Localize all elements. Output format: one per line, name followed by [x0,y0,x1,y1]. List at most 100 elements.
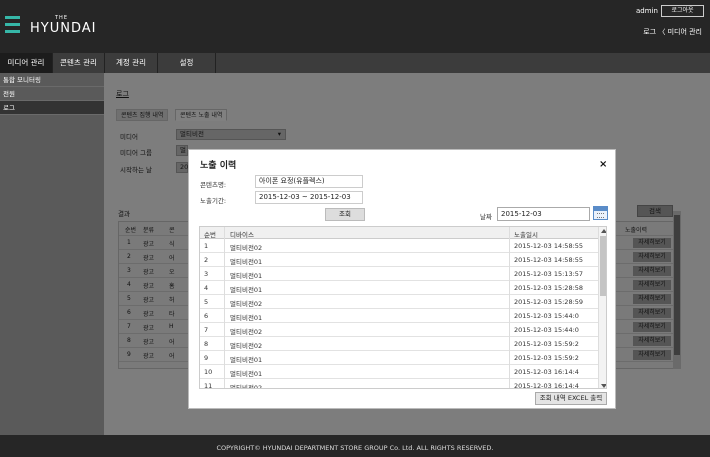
row-device: 멀티비전01 [230,272,263,280]
modal-title: 노출 이력 [200,161,237,171]
table-row: 3 멀티비전01 2015-12-03 15:13:57 [200,267,598,281]
date-input[interactable]: 2015-12-03 [497,207,590,221]
row-device: 멀티비전01 [230,314,263,322]
media-select-value: 멀티비전 [180,130,204,138]
table-row: 4 멀티비전01 2015-12-03 15:28:58 [200,281,598,295]
table-row: 2 멀티비전01 2015-12-03 14:58:55 [200,253,598,267]
detail-button[interactable]: 자세히보기 [633,308,671,318]
row-no: 6 [127,309,131,316]
exposure-history-modal: 노출 이력 × 콘텐츠명: 아이폰 요정(유플렉스) 노출기간: 2015-12… [188,149,616,409]
sidebar-item-power[interactable]: 전원 [0,87,104,101]
row-type: 광고 [143,339,155,346]
row-type: 광고 [143,297,155,304]
detail-button[interactable]: 자세히보기 [633,322,671,332]
row-no: 8 [127,337,131,344]
tab-account[interactable]: 계정 관리 [105,53,158,73]
table-row: 6 멀티비전01 2015-12-03 15:44:0 [200,309,598,323]
close-icon[interactable]: × [599,159,607,170]
media-select[interactable]: 멀티비전 ▾ [176,129,286,140]
row-no: 3 [204,270,209,278]
menu-icon[interactable] [5,16,20,33]
row-no: 2 [204,256,209,264]
sidebar-item-monitoring[interactable]: 통합 모니터링 [0,73,104,87]
row-time: 2015-12-03 16:14:4 [514,368,579,376]
result-scrollbar[interactable] [673,211,681,369]
row-type: 광고 [143,255,155,262]
logo: HYUNDAI [30,21,97,36]
row-device: 멀티비전01 [230,258,263,266]
footer: COPYRIGHT© HYUNDAI DEPARTMENT STORE GROU… [0,435,710,457]
period-field: 2015-12-03 ~ 2015-12-03 [255,191,363,204]
row-no: 1 [204,242,209,250]
row-device: 멀티비전01 [230,286,263,294]
detail-button[interactable]: 자세히보기 [633,238,671,248]
excel-export-button[interactable]: 조회 내역 EXCEL 출력 [535,392,607,405]
row-time: 2015-12-03 15:13:57 [514,270,584,278]
table-row: 8 멀티비전02 2015-12-03 15:59:2 [200,337,598,351]
header-no: 순번 [204,231,216,239]
sidebar-item-log[interactable]: 로그 [0,101,104,115]
table-row: 11 멀티비전02 2015-12-03 16:14:4 [200,379,598,389]
detail-button[interactable]: 자세히보기 [633,350,671,360]
row-no: 7 [204,326,209,334]
row-time: 2015-12-03 15:59:2 [514,354,579,362]
top-nav: 미디어 관리 콘텐츠 관리 계정 관리 설정 [0,53,710,73]
row-type: 광고 [143,325,155,332]
header-time: 노출일시 [514,231,538,239]
row-no: 8 [204,340,209,348]
modal-search-button[interactable]: 조회 [325,208,365,221]
detail-button[interactable]: 자세히보기 [633,266,671,276]
row-time: 2015-12-03 16:14:4 [514,382,579,389]
row-device: 멀티비전01 [230,356,263,364]
detail-button[interactable]: 자세히보기 [633,294,671,304]
row-no: 5 [127,295,131,302]
tab-settings[interactable]: 설정 [158,53,216,73]
row-time: 2015-12-03 14:58:55 [514,256,584,264]
row-no: 3 [127,267,131,274]
row-device: 멀티비전02 [230,342,263,350]
table-row: 7 멀티비전02 2015-12-03 15:44:0 [200,323,598,337]
sidebar: 통합 모니터링 전원 로그 [0,73,104,435]
exposure-scrollbar[interactable] [598,227,606,388]
row-time: 2015-12-03 15:28:59 [514,298,584,306]
tab-content-exposure[interactable]: 콘텐츠 노출 내역 [175,109,228,121]
app-header: THE HYUNDAI admin 로그아웃 로그 〈 미디어 관리 [0,0,710,53]
result-label: 결과 [118,210,130,218]
date-label: 날짜 [480,213,492,221]
row-type: 광고 [143,269,155,276]
tab-content[interactable]: 콘텐츠 관리 [53,53,105,73]
tab-media[interactable]: 미디어 관리 [0,53,53,73]
row-no: 5 [204,298,209,306]
content-name-label: 콘텐츠명: [200,181,227,189]
period-label: 노출기간: [200,197,227,205]
logout-button[interactable]: 로그아웃 [661,5,704,17]
search-button[interactable]: 검색 [637,205,673,217]
header-history: 노출이력 [625,227,648,234]
header-content: 콘 [169,227,175,234]
detail-button[interactable]: 자세히보기 [633,336,671,346]
calendar-icon[interactable] [593,206,608,220]
scroll-thumb[interactable] [600,236,606,296]
row-content: 어 [169,339,175,346]
detail-button[interactable]: 자세히보기 [633,252,671,262]
header-no: 순번 [125,227,137,234]
row-no: 7 [127,323,131,330]
group-select[interactable]: 멀 [176,145,188,156]
scroll-down-icon[interactable] [601,384,606,388]
row-content: 식 [169,241,175,248]
row-type: 광고 [143,283,155,290]
scroll-up-icon[interactable] [601,229,606,233]
detail-button[interactable]: 자세히보기 [633,280,671,290]
start-date-input[interactable]: 20 [176,162,188,173]
row-no: 10 [204,368,213,376]
breadcrumb: 로그 〈 미디어 관리 [643,28,702,36]
row-no: 1 [127,239,131,246]
row-time: 2015-12-03 15:44:0 [514,326,579,334]
row-time: 2015-12-03 15:44:0 [514,312,579,320]
tab-content-execution[interactable]: 콘텐츠 집행 내역 [116,109,169,121]
table-row: 1 멀티비전02 2015-12-03 14:58:55 [200,239,598,253]
row-no: 2 [127,253,131,260]
row-content: 오 [169,269,175,276]
row-device: 멀티비전02 [230,300,263,308]
row-type: 광고 [143,311,155,318]
